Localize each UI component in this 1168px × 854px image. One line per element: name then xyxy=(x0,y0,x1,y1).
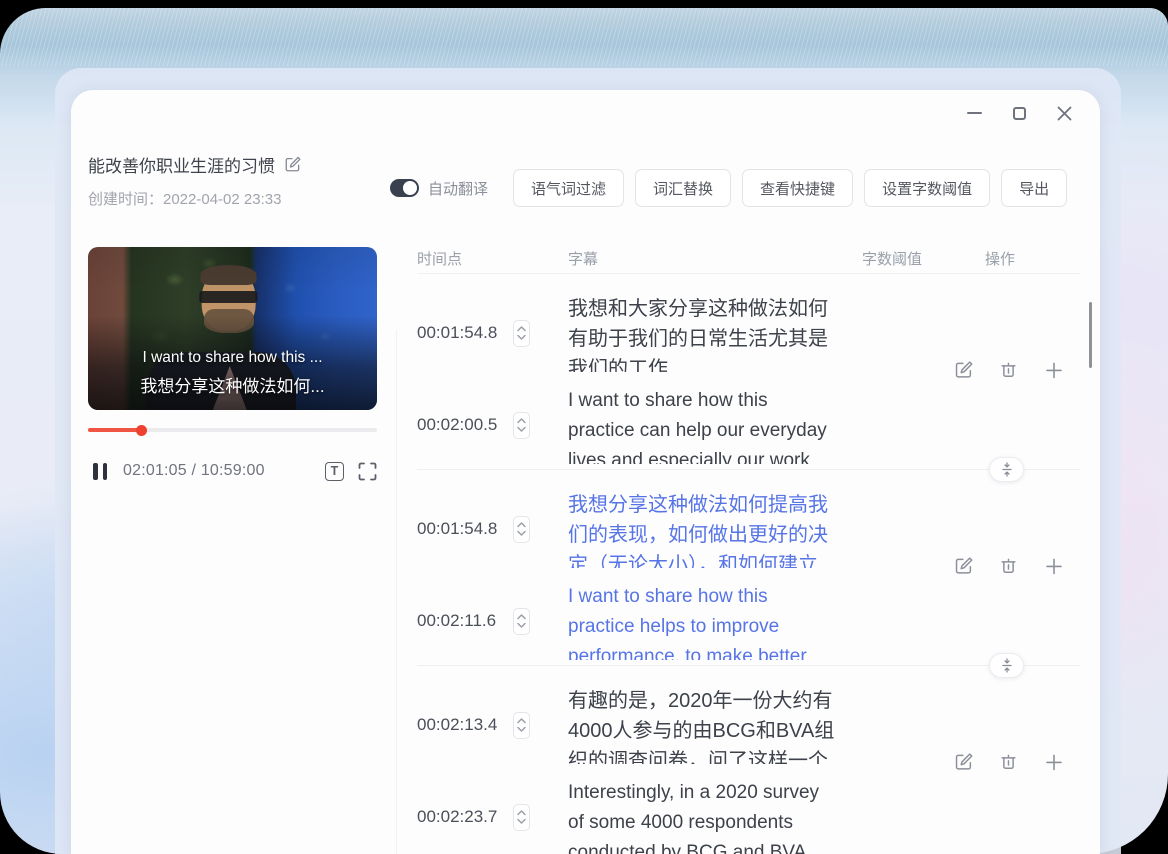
plus-icon[interactable] xyxy=(1044,752,1064,772)
subtitle-table: 时间点 字幕 字数阈值 操作 00:01:54.8 我想和大家分享这种做法如何 … xyxy=(417,243,1080,854)
table-row: 00:02:00.5 I want to share how this prac… xyxy=(417,386,1080,464)
header-actions: 操作 xyxy=(985,248,1080,269)
set-char-threshold-button[interactable]: 设置字数阈值 xyxy=(864,169,990,207)
filler-word-filter-button[interactable]: 语气词过滤 xyxy=(513,169,624,207)
playback-time: 02:01:05 / 10:59:00 xyxy=(123,462,265,480)
merge-rows-icon[interactable] xyxy=(989,457,1024,482)
time-stepper[interactable] xyxy=(513,516,530,543)
overlay-subtitle-zh: 我想分享这种做法如何... xyxy=(88,372,377,402)
table-header: 时间点 字幕 字数阈值 操作 xyxy=(417,243,1080,274)
table-row: 00:02:11.6 I want to share how this prac… xyxy=(417,582,1080,660)
edit-title-icon[interactable] xyxy=(284,156,301,173)
panel-divider xyxy=(396,330,397,854)
trash-icon[interactable] xyxy=(999,360,1018,379)
time-stepper[interactable] xyxy=(513,412,530,439)
view-shortcuts-button[interactable]: 查看快捷键 xyxy=(742,169,853,207)
fullscreen-icon[interactable] xyxy=(358,462,377,481)
subtitle-group: 00:02:13.4 有趣的是，2020年一份大约有 4000人参与的由BCG和… xyxy=(417,666,1080,854)
subtitle-group: 00:01:54.8 我想和大家分享这种做法如何 有助于我们的日常生活尤其是 我… xyxy=(417,274,1080,470)
edit-icon[interactable] xyxy=(954,752,973,771)
trash-icon[interactable] xyxy=(999,752,1018,771)
trash-icon[interactable] xyxy=(999,556,1018,575)
time-stepper[interactable] xyxy=(513,608,530,635)
wallpaper-top-band xyxy=(0,8,1168,66)
timecode: 00:02:23.7 xyxy=(417,807,513,827)
table-scrollbar[interactable] xyxy=(1089,302,1092,368)
titlebar: 能改善你职业生涯的习惯 创建时间：2022-04-02 23:33 xyxy=(88,152,301,209)
subtitle-group: 00:01:54.8 我想分享这种做法如何提高我 们的表现，如何做出更好的决 定… xyxy=(417,470,1080,666)
timecode: 00:01:54.8 xyxy=(417,519,513,539)
subtitle-text[interactable]: 有趣的是，2020年一份大约有 4000人参与的由BCG和BVA组 织的调查问卷… xyxy=(568,686,846,764)
page-title: 能改善你职业生涯的习惯 xyxy=(88,152,275,177)
subtitle-text[interactable]: 我想分享这种做法如何提高我 们的表现，如何做出更好的决 定（无论大小），和如何建… xyxy=(568,490,846,568)
row-actions xyxy=(954,752,1064,772)
edit-icon[interactable] xyxy=(954,360,973,379)
window-controls xyxy=(965,102,1074,124)
subtitle-text[interactable]: I want to share how this practice can he… xyxy=(568,386,846,464)
progress-fill xyxy=(88,428,141,432)
minimize-icon[interactable] xyxy=(965,104,984,123)
maximize-icon[interactable] xyxy=(1010,104,1029,123)
video-subtitle-overlay: I want to share how this ... 我想分享这种做法如何.… xyxy=(88,343,377,402)
header-timepoint: 时间点 xyxy=(417,248,568,269)
subtitle-text[interactable]: I want to share how this practice helps … xyxy=(568,582,846,660)
timecode: 00:02:00.5 xyxy=(417,415,513,435)
subtitle-text[interactable]: 我想和大家分享这种做法如何 有助于我们的日常生活尤其是 我们的工作 xyxy=(568,294,846,372)
merge-rows-icon[interactable] xyxy=(989,653,1024,678)
timecode: 00:02:13.4 xyxy=(417,715,513,735)
playback-progress-bar[interactable] xyxy=(88,428,377,432)
close-icon[interactable] xyxy=(1055,104,1074,123)
plus-icon[interactable] xyxy=(1044,556,1064,576)
overlay-subtitle-en: I want to share how this ... xyxy=(88,343,377,372)
toolbar: 自动翻译 语气词过滤 词汇替换 查看快捷键 设置字数阈值 导出 xyxy=(390,169,1067,207)
video-preview[interactable]: I want to share how this ... 我想分享这种做法如何.… xyxy=(88,247,377,410)
time-stepper[interactable] xyxy=(513,804,530,831)
row-actions xyxy=(954,360,1064,380)
time-stepper[interactable] xyxy=(513,320,530,347)
header-char-threshold: 字数阈值 xyxy=(862,248,985,269)
time-stepper[interactable] xyxy=(513,712,530,739)
edit-icon[interactable] xyxy=(954,556,973,575)
subtitle-editor-window: 能改善你职业生涯的习惯 创建时间：2022-04-02 23:33 自动翻译 语… xyxy=(71,90,1100,854)
player-controls: 02:01:05 / 10:59:00 T xyxy=(88,456,377,486)
export-button[interactable]: 导出 xyxy=(1001,169,1067,207)
auto-translate-label: 自动翻译 xyxy=(428,178,488,199)
subtitle-toggle-T-icon[interactable]: T xyxy=(325,462,344,481)
pause-icon[interactable] xyxy=(93,463,107,480)
timecode: 00:01:54.8 xyxy=(417,323,513,343)
table-row: 00:02:23.7 Interestingly, in a 2020 surv… xyxy=(417,778,1080,854)
progress-knob[interactable] xyxy=(136,425,147,436)
vocab-replace-button[interactable]: 词汇替换 xyxy=(635,169,731,207)
subtitle-text[interactable]: Interestingly, in a 2020 survey of some … xyxy=(568,778,846,854)
created-time-label: 创建时间：2022-04-02 23:33 xyxy=(88,188,301,209)
row-actions xyxy=(954,556,1064,576)
plus-icon[interactable] xyxy=(1044,360,1064,380)
auto-translate-toggle[interactable] xyxy=(390,179,419,197)
header-subtitle: 字幕 xyxy=(568,248,862,269)
timecode: 00:02:11.6 xyxy=(417,611,513,631)
